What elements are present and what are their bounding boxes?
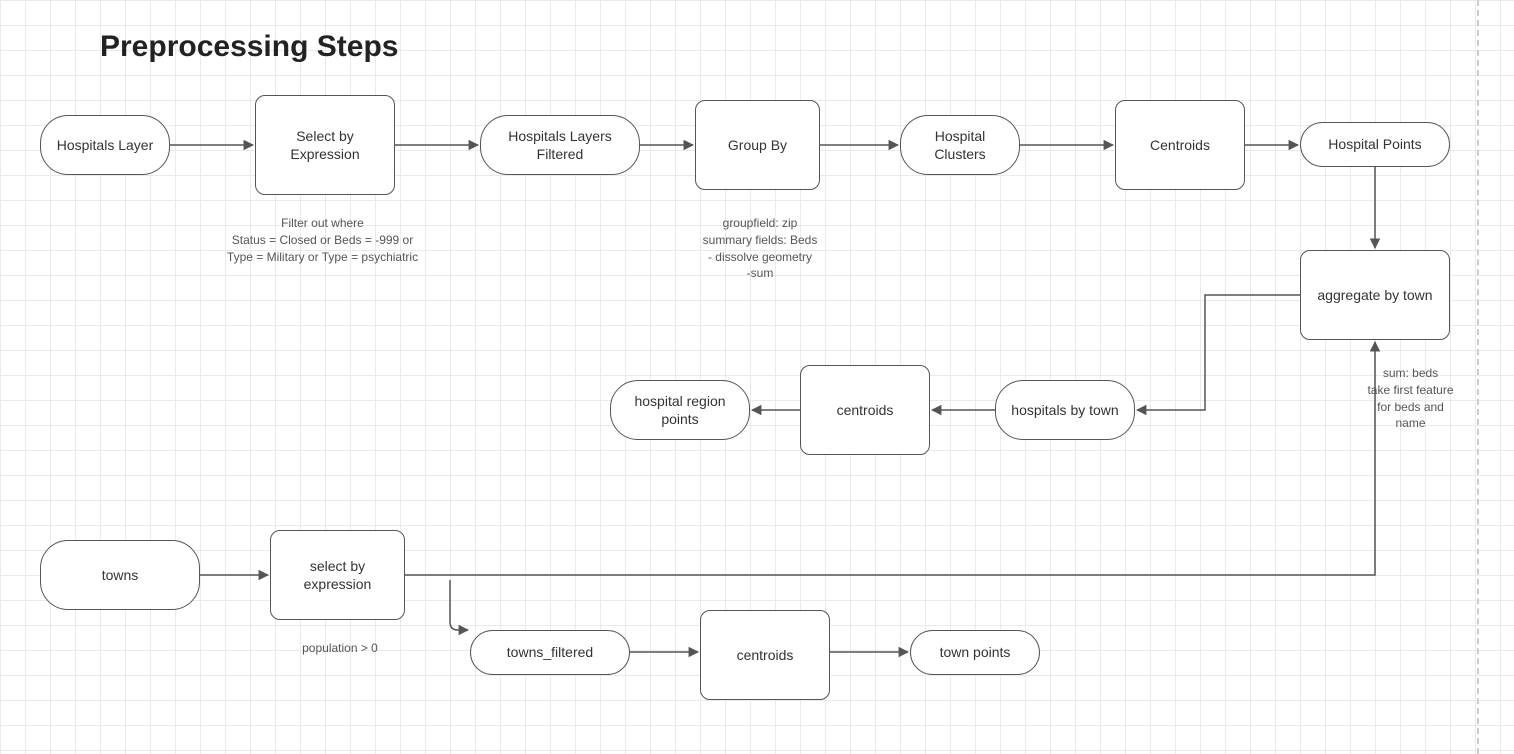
- note-population: population > 0: [280, 640, 400, 657]
- node-hospitals-layers-filtered[interactable]: Hospitals Layers Filtered: [480, 115, 640, 175]
- node-hospital-region-points[interactable]: hospital region points: [610, 380, 750, 440]
- diagram-title: Preprocessing Steps: [100, 30, 398, 64]
- node-centroids-1[interactable]: Centroids: [1115, 100, 1245, 190]
- note-groupby: groupfield: zip summary fields: Beds - d…: [690, 215, 830, 282]
- note-filter: Filter out where Status = Closed or Beds…: [200, 215, 445, 265]
- node-centroids-3[interactable]: centroids: [700, 610, 830, 700]
- node-hospitals-by-town[interactable]: hospitals by town: [995, 380, 1135, 440]
- node-hospitals-layer[interactable]: Hospitals Layer: [40, 115, 170, 175]
- node-select-by-expression-2[interactable]: select by expression: [270, 530, 405, 620]
- diagram-canvas: Preprocessing Steps Hospitals Layer Sele…: [0, 0, 1514, 754]
- node-towns-filtered[interactable]: towns_filtered: [470, 630, 630, 675]
- node-town-points[interactable]: town points: [910, 630, 1040, 675]
- note-aggregate: sum: beds take first feature for beds an…: [1348, 365, 1473, 432]
- node-group-by[interactable]: Group By: [695, 100, 820, 190]
- node-centroids-2[interactable]: centroids: [800, 365, 930, 455]
- node-aggregate-by-town[interactable]: aggregate by town: [1300, 250, 1450, 340]
- node-select-by-expression-1[interactable]: Select by Expression: [255, 95, 395, 195]
- node-towns[interactable]: towns: [40, 540, 200, 610]
- page-divider: [1477, 0, 1479, 754]
- node-hospital-points[interactable]: Hospital Points: [1300, 122, 1450, 167]
- node-hospital-clusters[interactable]: Hospital Clusters: [900, 115, 1020, 175]
